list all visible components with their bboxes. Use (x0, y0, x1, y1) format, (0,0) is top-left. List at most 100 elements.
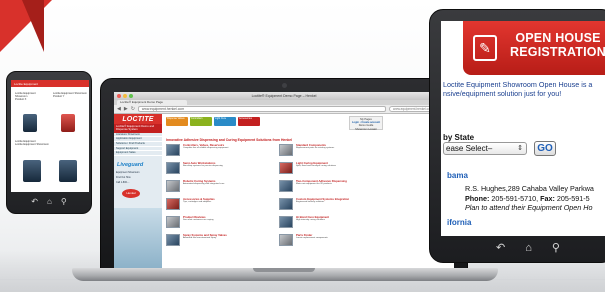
phone-product-image (23, 160, 41, 182)
product-description: Locate replacement components (296, 237, 328, 240)
phone-header: Loctite Equipment (11, 80, 89, 87)
product-item[interactable]: Robotic Curing Systems Automated dispensi… (166, 180, 273, 194)
product-thumbnail (166, 180, 180, 192)
registration-header: ✎ OPEN HOUSE REGISTRATION (463, 21, 605, 75)
browser-titlebar: Loctite® Equipment Demo Page – Henkel (114, 92, 454, 100)
liveguard-logo[interactable]: Liveguard (114, 156, 162, 170)
category-tab[interactable]: Dispense Valves (166, 117, 188, 126)
product-item[interactable]: Semi-Auto Workstations Benchtop systems f… (166, 162, 273, 176)
product-description: Complete line of reliable dispensing equ… (183, 147, 229, 150)
select-caret-icon: ⇕ (517, 145, 523, 152)
phone-screen: Loctite Equipment Loctite Equipment Show… (11, 80, 89, 192)
laptop-notch (253, 268, 315, 272)
phone-column-left: Loctite Equipment Showroom Product X (15, 92, 49, 102)
product-thumbnail (279, 234, 293, 246)
product-item[interactable]: Hi Bond Cure Equipment High intensity cur… (279, 216, 386, 230)
address-bar[interactable]: www.equipment.henkel.com (137, 106, 386, 112)
product-item[interactable]: Light Curing Equipment Spot, flood and co… (279, 162, 386, 176)
left-sidebar: Loctite® Equipment Demo and Dispense Sys… (114, 124, 162, 268)
category-tabs: Dispense Valves Controllers Light Cure A… (166, 117, 260, 126)
registration-form-icon: ✎ (473, 35, 497, 61)
product-item[interactable]: Parts Finder Locate replacement component… (279, 234, 386, 248)
tablet-nav-bar: ↶ ⌂ ⚲ (441, 238, 605, 258)
state-select-value: ease Select– (446, 144, 493, 153)
web-page: LOCTITE Loctite® Equipment Demo and Disp… (114, 114, 454, 268)
phone-body-text: Loctite Equipment Loctite Equipment Show… (15, 140, 87, 146)
intro-line: nsive/equipment solution just for you! (443, 89, 562, 98)
phone-label: Phone: (465, 193, 490, 203)
product-item[interactable]: Accessories & Supplies Tips, cartridges a… (166, 198, 273, 212)
product-description: See what customers are saying (183, 219, 214, 222)
showroom-locator-link[interactable]: Showroom Locator (350, 128, 382, 131)
loctite-logo[interactable]: LOCTITE (114, 114, 162, 124)
intro-text: Loctite Equipment Showroom Open House is… (443, 80, 605, 98)
product-thumbnail (279, 198, 293, 210)
henkel-badge[interactable]: Henkel (122, 188, 140, 198)
intro-line: Loctite Equipment Showroom Open House is… (443, 80, 593, 89)
product-thumbnail (166, 144, 180, 156)
product-item[interactable]: Standard Components Replacement parts for… (279, 144, 386, 158)
product-description: Atomized and non-atomized spray (183, 237, 217, 240)
product-item[interactable]: Two-Component Adhesive Dispensing Meter m… (279, 180, 386, 194)
fax-value: 205-591-5 (556, 193, 590, 203)
state-heading[interactable]: bama (447, 171, 468, 180)
state-heading[interactable]: ifornia (447, 218, 471, 227)
product-description: Tips, cartridges and adapters (183, 201, 212, 204)
back-icon[interactable]: ↶ (496, 242, 505, 254)
product-description: Spot, flood and conveyor curing solution… (296, 165, 337, 168)
search-icon[interactable]: ⚲ (61, 198, 67, 206)
product-thumbnail (279, 216, 293, 228)
product-description: Benchtop systems for precise dispensing (183, 165, 223, 168)
phone-value: 205-591-5710, (491, 193, 539, 203)
browser-tab[interactable]: Loctite® Equipment Demo Page (117, 100, 187, 105)
phone-title: Loctite Equipment (14, 81, 39, 86)
corner-accent-shade (22, 0, 44, 52)
reload-icon[interactable]: ↻ (131, 106, 135, 112)
phone-text: Loctite Equipment Showroom (15, 143, 49, 147)
tablet-screen: ✎ OPEN HOUSE REGISTRATION Loctite Equipm… (441, 21, 605, 236)
dealer-listing: R.S. Hughes,289 Cahaba Valley Parkwa Pho… (465, 184, 605, 213)
close-icon[interactable] (117, 94, 121, 98)
phone-text: Product X (15, 98, 27, 102)
logo-text: LOCTITE (122, 115, 154, 123)
product-description: Replacement parts for existing systems (296, 147, 335, 150)
state-select[interactable]: ease Select– ⇕ (443, 142, 527, 155)
product-thumbnail (279, 180, 293, 192)
category-tab[interactable]: Light Cure (214, 117, 236, 126)
phone-column-right: Loctite Equipment Showroom Product Y (53, 92, 87, 98)
product-thumbnail (166, 234, 180, 246)
laptop-device: Loctite® Equipment Demo Page – Henkel Lo… (100, 78, 468, 276)
phone-text: Product Y (53, 95, 65, 99)
forward-arrow-icon[interactable]: ▶ (124, 106, 128, 112)
maximize-icon[interactable] (129, 94, 133, 98)
product-item[interactable]: Custom Equipment Systems Integration Engi… (279, 198, 386, 212)
device-showcase: Loctite Equipment Loctite Equipment Show… (0, 0, 605, 292)
go-button[interactable]: GO (534, 141, 556, 156)
product-item[interactable]: Product Reviews See what customers are sa… (166, 216, 273, 230)
product-thumbnail (166, 216, 180, 228)
search-icon[interactable]: ⚲ (552, 242, 560, 254)
product-description: Meter mix equipment for 2K products (296, 183, 332, 186)
phone-nav-bar: ↶ ⌂ ⚲ (7, 194, 91, 210)
minimize-icon[interactable] (123, 94, 127, 98)
product-description: High intensity curing solutions (296, 219, 325, 222)
back-arrow-icon[interactable]: ◀ (117, 106, 121, 112)
state-filter-label: by State (443, 133, 475, 142)
product-item[interactable]: Controllers, Valves, Reservoirs Complete … (166, 144, 273, 158)
back-icon[interactable]: ↶ (31, 198, 38, 206)
phone-product-image (23, 114, 37, 132)
sidebar-text: Call 1-800-... (116, 180, 130, 184)
home-icon[interactable]: ⌂ (525, 242, 532, 254)
product-item[interactable]: Spray Systems and Spray Valves Atomized a… (166, 234, 273, 248)
product-thumbnail (166, 162, 180, 174)
home-icon[interactable]: ⌂ (47, 198, 52, 206)
product-description: Automated dispensing with integrated cur… (183, 183, 225, 186)
phone-device: Loctite Equipment Loctite Equipment Show… (6, 71, 92, 214)
sidebar-background (114, 208, 162, 268)
dealer-contact: Phone: 205-591-5710, Fax: 205-591-5 (465, 194, 605, 204)
category-tab[interactable]: Controllers (190, 117, 212, 126)
laptop-screen: Loctite® Equipment Demo Page – Henkel Lo… (114, 92, 454, 269)
category-tab[interactable]: Accessories (238, 117, 260, 126)
dealer-address: R.S. Hughes,289 Cahaba Valley Parkwa (465, 184, 594, 193)
camera-icon (282, 83, 287, 88)
